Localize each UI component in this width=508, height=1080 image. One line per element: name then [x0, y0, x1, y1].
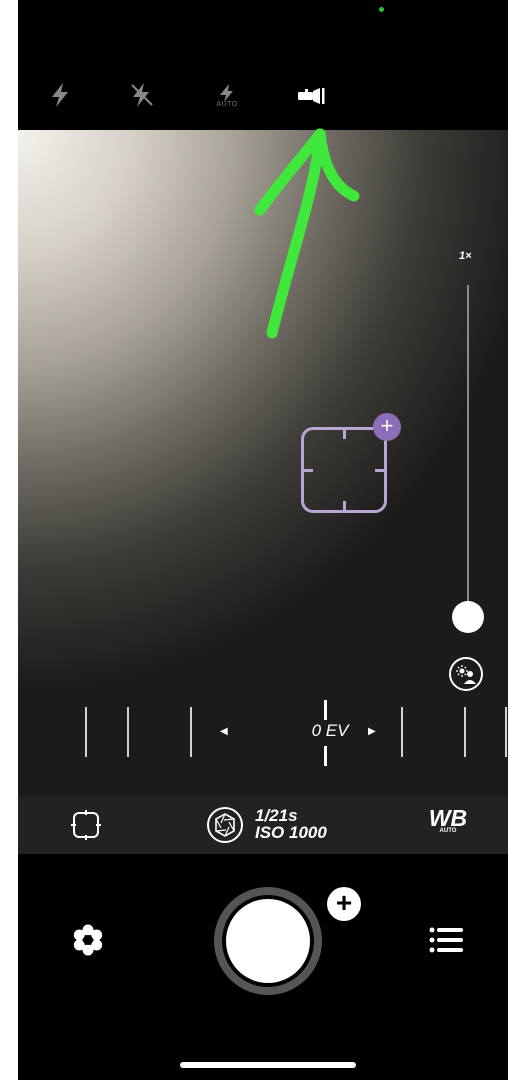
focus-add-button[interactable]: +	[373, 413, 401, 441]
ev-tick	[127, 707, 129, 757]
focus-tick-left	[304, 469, 313, 472]
annotation-arrow	[254, 128, 360, 339]
iso-value: ISO 1000	[255, 823, 327, 842]
aperture-icon	[207, 807, 243, 843]
ev-increase-arrow[interactable]: ▶	[368, 726, 376, 737]
ev-tick	[505, 707, 507, 757]
portrait-sun-icon	[456, 665, 476, 684]
crop-frame-icon	[71, 810, 101, 840]
zoom-slider-knob[interactable]	[452, 601, 484, 633]
list-menu-icon	[429, 927, 463, 953]
wb-label: WB	[428, 805, 468, 831]
portrait-lighting-button[interactable]	[449, 657, 483, 691]
ev-tick	[85, 707, 87, 757]
camera-info-bar: 1/21s ISO 1000 WB AUTO	[18, 796, 508, 854]
ev-tick	[190, 707, 192, 757]
add-button[interactable]: +	[327, 887, 361, 921]
exposure-dial[interactable]: ◀ 0 EV ▶	[78, 700, 507, 766]
aspect-ratio-button[interactable]	[71, 810, 101, 840]
focus-tick-top	[343, 430, 346, 439]
flower-gear-icon	[73, 924, 103, 956]
menu-button[interactable]	[427, 923, 467, 957]
focus-tick-bottom	[343, 501, 346, 510]
camera-app: AUTO 1× + ◀ 0 EV ▶ 1/21s ISO 1000 WB AUT…	[18, 0, 508, 1080]
focus-box[interactable]	[301, 427, 387, 513]
exposure-value: 0 EV	[311, 721, 349, 740]
ev-tick	[401, 707, 403, 757]
shutter-button[interactable]	[226, 899, 310, 983]
home-indicator[interactable]	[180, 1062, 356, 1068]
focus-tick-right	[375, 469, 384, 472]
ev-decrease-arrow[interactable]: ◀	[220, 726, 228, 737]
settings-button[interactable]	[68, 920, 108, 960]
exposure-info-button[interactable]: 1/21s ISO 1000	[207, 804, 327, 846]
white-balance-button[interactable]: WB AUTO	[428, 806, 468, 846]
ev-tick	[464, 707, 466, 757]
